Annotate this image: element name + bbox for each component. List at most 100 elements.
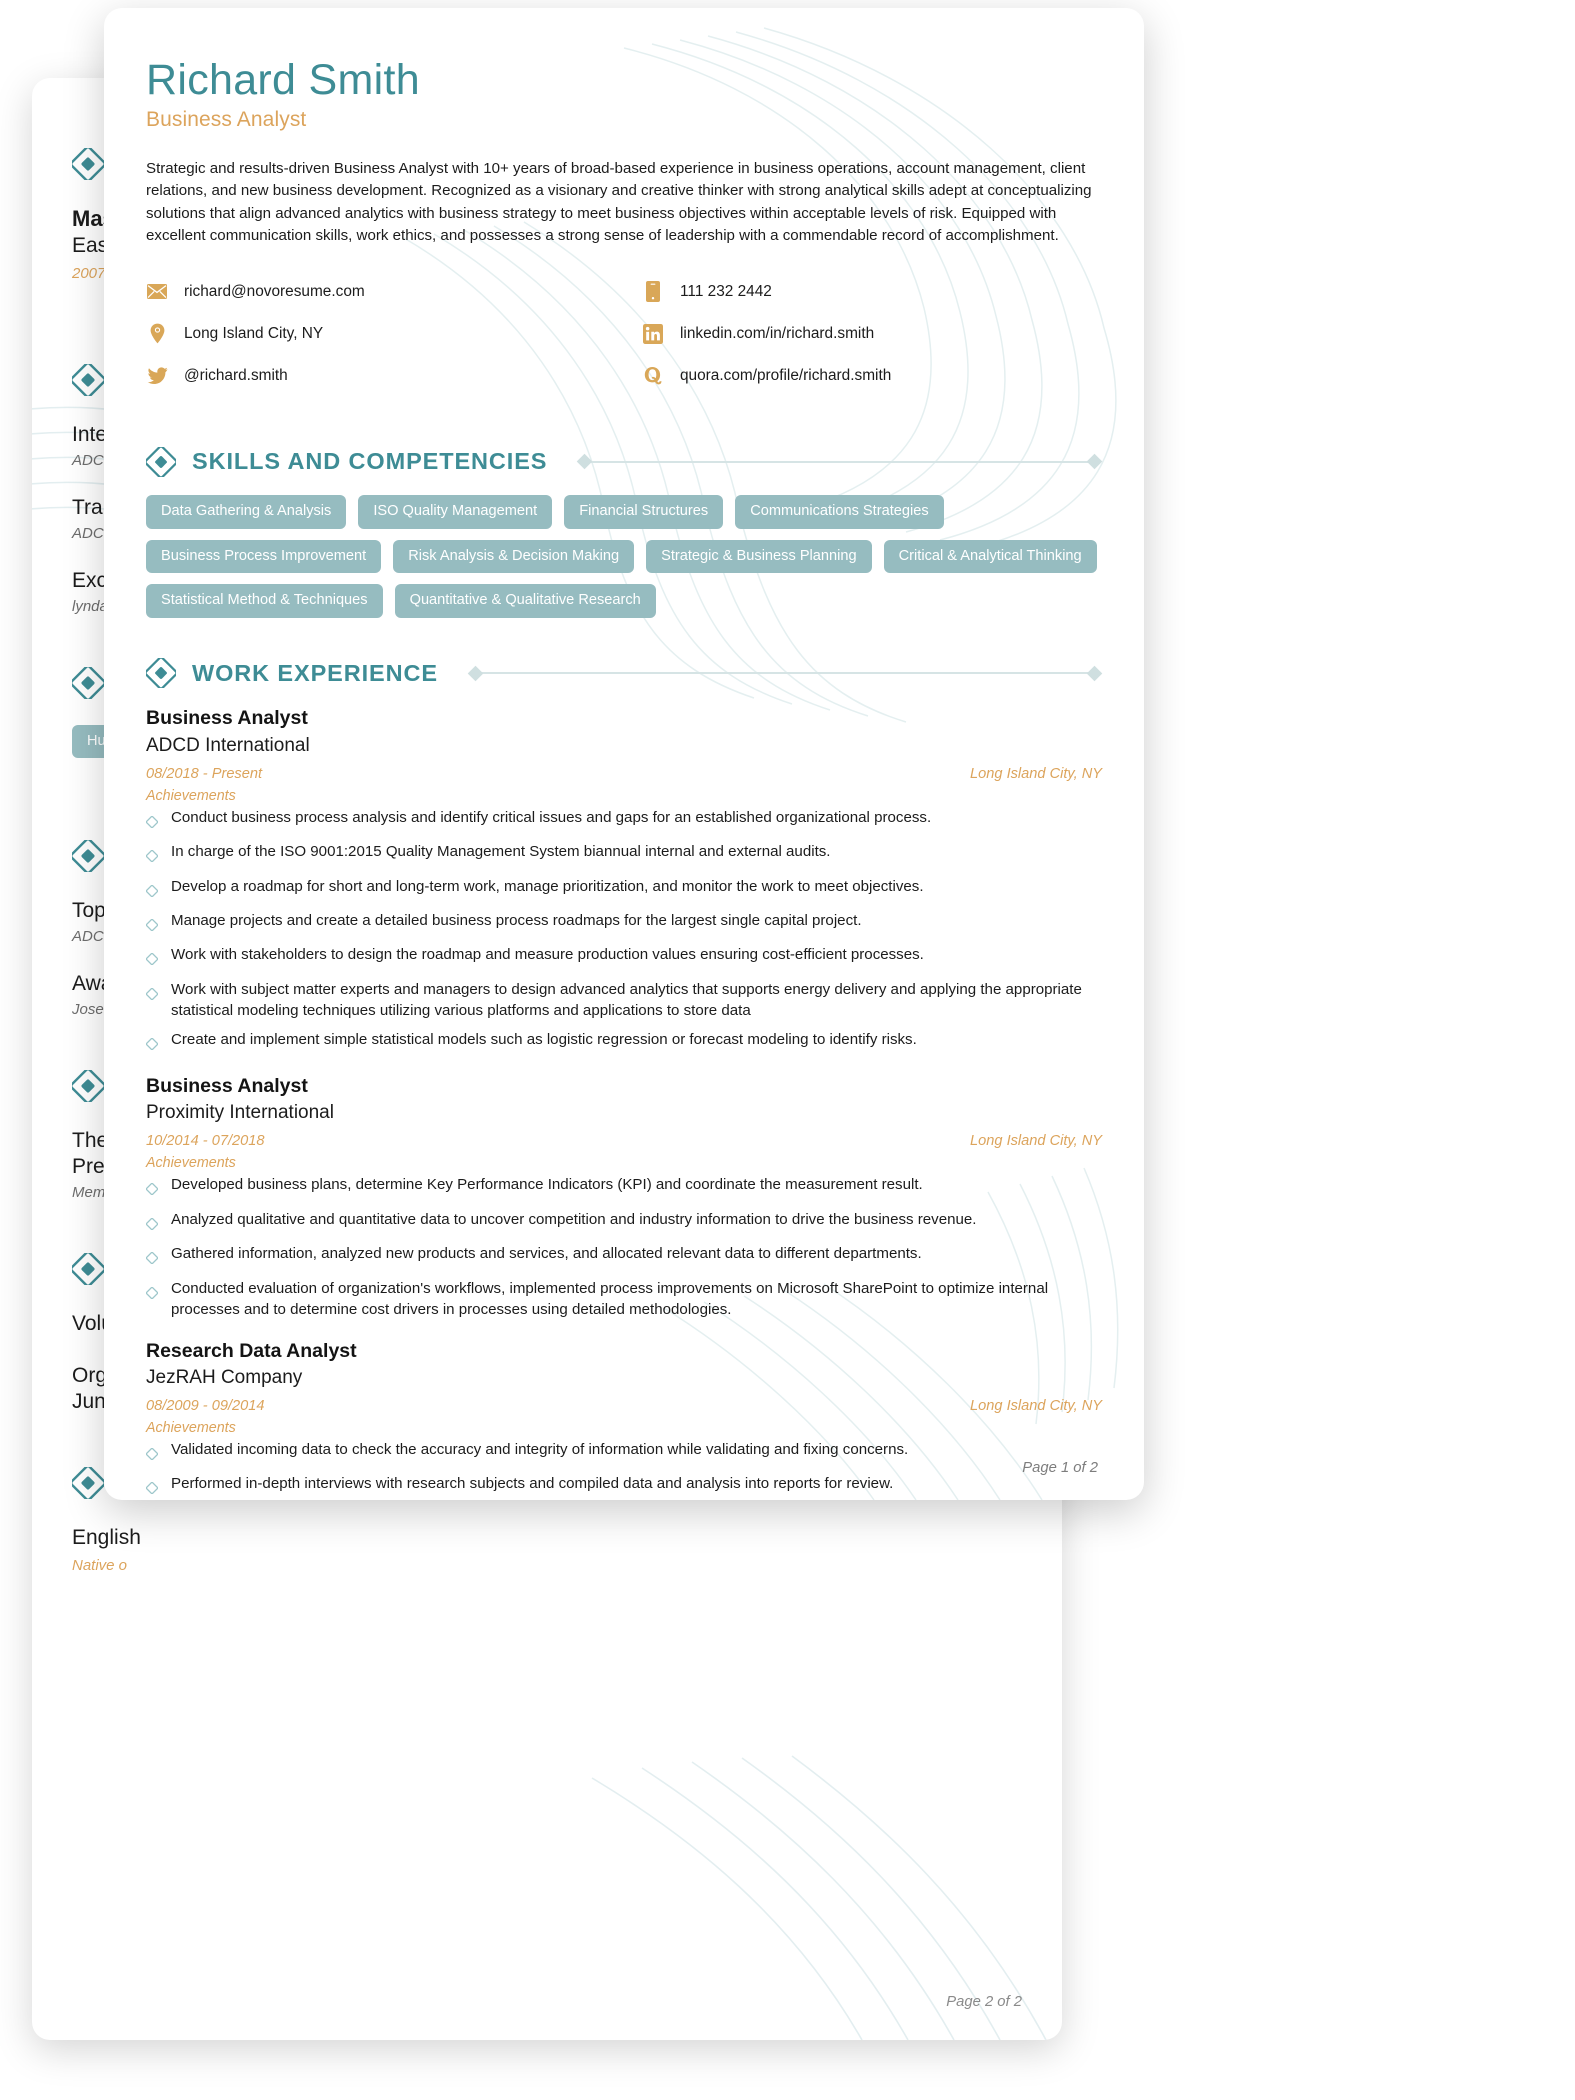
job-meta: 08/2009 - 09/2014 Long Island City, NY [146, 1398, 1102, 1414]
divider-diamond-right [1086, 454, 1103, 470]
list-item: In charge of the ISO 9001:2015 Quality M… [145, 841, 1102, 868]
list-item: Create and implement simple statistical … [145, 1029, 1102, 1056]
diamond-icon [144, 445, 178, 479]
diamond-bullet-icon [145, 882, 159, 903]
diamond-icon [70, 1068, 106, 1104]
job-meta: 10/2014 - 07/2018 Long Island City, NY [146, 1133, 1102, 1149]
section-title: SKILLS AND COMPETENCIES [192, 448, 548, 475]
contact-phone[interactable]: 111 232 2442 [642, 281, 1102, 303]
contact-linkedin-text: linkedin.com/in/richard.smith [680, 324, 875, 342]
diamond-bullet-icon [145, 1284, 159, 1305]
divider-diamond-left [467, 665, 484, 682]
contact-linkedin[interactable]: linkedin.com/in/richard.smith [642, 323, 1102, 345]
skill-tag: Risk Analysis & Decision Making [393, 539, 635, 574]
twitter-icon [146, 365, 168, 387]
job-location: Long Island City, NY [970, 1133, 1102, 1150]
resume-content: Richard Smith Business Analyst Strategic… [104, 8, 1144, 1500]
contact-twitter[interactable]: @richard.smith [146, 365, 624, 387]
job-title: Business Analyst [146, 1075, 308, 1098]
diamond-bullet-icon [145, 1215, 159, 1236]
achievement-text: Develop a roadmap for short and long-ter… [171, 877, 924, 895]
back-block: English Native o [72, 1525, 1022, 1574]
achievement-text: Conduct business process analysis and id… [171, 808, 932, 826]
job-meta: 08/2018 - Present Long Island City, NY [146, 766, 1102, 782]
phone-icon [642, 281, 664, 303]
achievements-label: Achievements [146, 787, 236, 804]
diamond-bullet-icon [145, 916, 159, 937]
page-title: Richard Smith [146, 56, 420, 104]
back-meta: Native o [72, 1557, 128, 1575]
job-entry: Business Analyst ADCD International 08/2… [145, 706, 1102, 1056]
contact-column-left: richard@novoresume.com Long Island City,… [146, 281, 624, 407]
contact-quora-text: quora.com/profile/richard.smith [680, 366, 892, 384]
location-pin-icon [146, 323, 168, 345]
diamond-bullet-icon [145, 1249, 159, 1270]
divider-line [590, 460, 1089, 463]
skill-tag: ISO Quality Management [358, 494, 553, 529]
contact-twitter-text: @richard.smith [184, 366, 288, 384]
skill-tag: Statistical Method & Techniques [146, 584, 383, 619]
diamond-icon [70, 1465, 106, 1502]
list-item: Conduct business process analysis and id… [145, 807, 1102, 834]
achievement-text: Create and implement simple statistical … [171, 1030, 917, 1048]
diamond-bullet-icon [145, 847, 159, 868]
back-heading: English [72, 1526, 141, 1550]
achievement-list: Conduct business process analysis and id… [145, 807, 1102, 1056]
list-item: Developed business plans, determine Key … [145, 1174, 1102, 1201]
achievement-text: Work with subject matter experts and man… [171, 980, 1082, 1020]
contact-quora[interactable]: quora.com/profile/richard.smith [642, 365, 1102, 387]
page-2-footer: Page 2 of 2 [946, 1994, 1022, 2010]
diamond-bullet-icon [145, 1479, 159, 1500]
list-item: Performed in-depth interviews with resea… [145, 1473, 1102, 1500]
list-item: Gathered information, analyzed new produ… [145, 1243, 1102, 1270]
diamond-icon [70, 146, 106, 182]
contact-email[interactable]: richard@novoresume.com [146, 281, 624, 303]
contact-location-text: Long Island City, NY [184, 324, 324, 342]
job-title: Business Analyst [146, 707, 308, 730]
achievement-list: Developed business plans, determine Key … [145, 1174, 1102, 1321]
diamond-icon [70, 1251, 106, 1288]
divider-diamond-right [1086, 665, 1103, 682]
page-1-footer: Page 1 of 2 [1022, 1460, 1098, 1476]
skill-tag: Financial Structures [564, 494, 724, 529]
achievement-text: In charge of the ISO 9001:2015 Quality M… [171, 843, 831, 861]
diamond-bullet-icon [145, 813, 159, 834]
skills-section-header: SKILLS AND COMPETENCIES [144, 445, 1103, 479]
contact-email-text: richard@novoresume.com [184, 282, 365, 300]
diamond-icon [70, 361, 106, 398]
job-company: Proximity International [146, 1102, 334, 1124]
email-icon [146, 281, 168, 303]
skill-tag: Strategic & Business Planning [646, 539, 872, 574]
contact-phone-text: 111 232 2442 [680, 282, 772, 300]
job-role-subtitle: Business Analyst [146, 108, 307, 132]
job-dates: 08/2009 - 09/2014 [146, 1398, 265, 1414]
resume-page-1[interactable]: Richard Smith Business Analyst Strategic… [104, 8, 1144, 1500]
achievement-text: Developed business plans, determine Key … [171, 1176, 923, 1194]
contact-column-right: 111 232 2442 linkedin.com/in/richard.smi… [624, 281, 1102, 407]
job-company: ADCD International [146, 734, 310, 756]
section-title: WORK EXPERIENCE [192, 659, 438, 686]
job-dates: 08/2018 - Present [146, 765, 263, 782]
list-item: Analyzed qualitative and quantitative da… [145, 1209, 1102, 1236]
job-entry: Research Data Analyst JezRAH Company 08/… [145, 1339, 1102, 1500]
achievement-text: Manage projects and create a detailed bu… [171, 911, 862, 929]
diamond-bullet-icon [145, 1035, 159, 1056]
professional-summary: Strategic and results-driven Business An… [146, 160, 1092, 244]
contact-location[interactable]: Long Island City, NY [146, 323, 624, 345]
achievement-text: Work with stakeholders to design the roa… [171, 946, 924, 964]
diamond-bullet-icon [145, 1445, 159, 1466]
job-title: Research Data Analyst [146, 1339, 357, 1362]
diamond-bullet-icon [145, 950, 159, 971]
skill-tag: Business Process Improvement [146, 539, 382, 574]
resume-page-stack: Mast Easte 2007 - 2 Intern ADCDIn Train … [0, 0, 1575, 2100]
list-item: Conducted evaluation of organization's w… [145, 1278, 1102, 1321]
diamond-icon [70, 664, 106, 701]
quora-icon [642, 365, 664, 387]
linkedin-icon [642, 323, 664, 345]
divider-line [480, 672, 1089, 675]
section-divider [577, 454, 1103, 470]
diamond-bullet-icon [145, 985, 159, 1006]
achievement-text: Gathered information, analyzed new produ… [171, 1245, 922, 1263]
diamond-icon [144, 656, 178, 690]
achievement-list: Validated incoming data to check the acc… [145, 1439, 1102, 1500]
